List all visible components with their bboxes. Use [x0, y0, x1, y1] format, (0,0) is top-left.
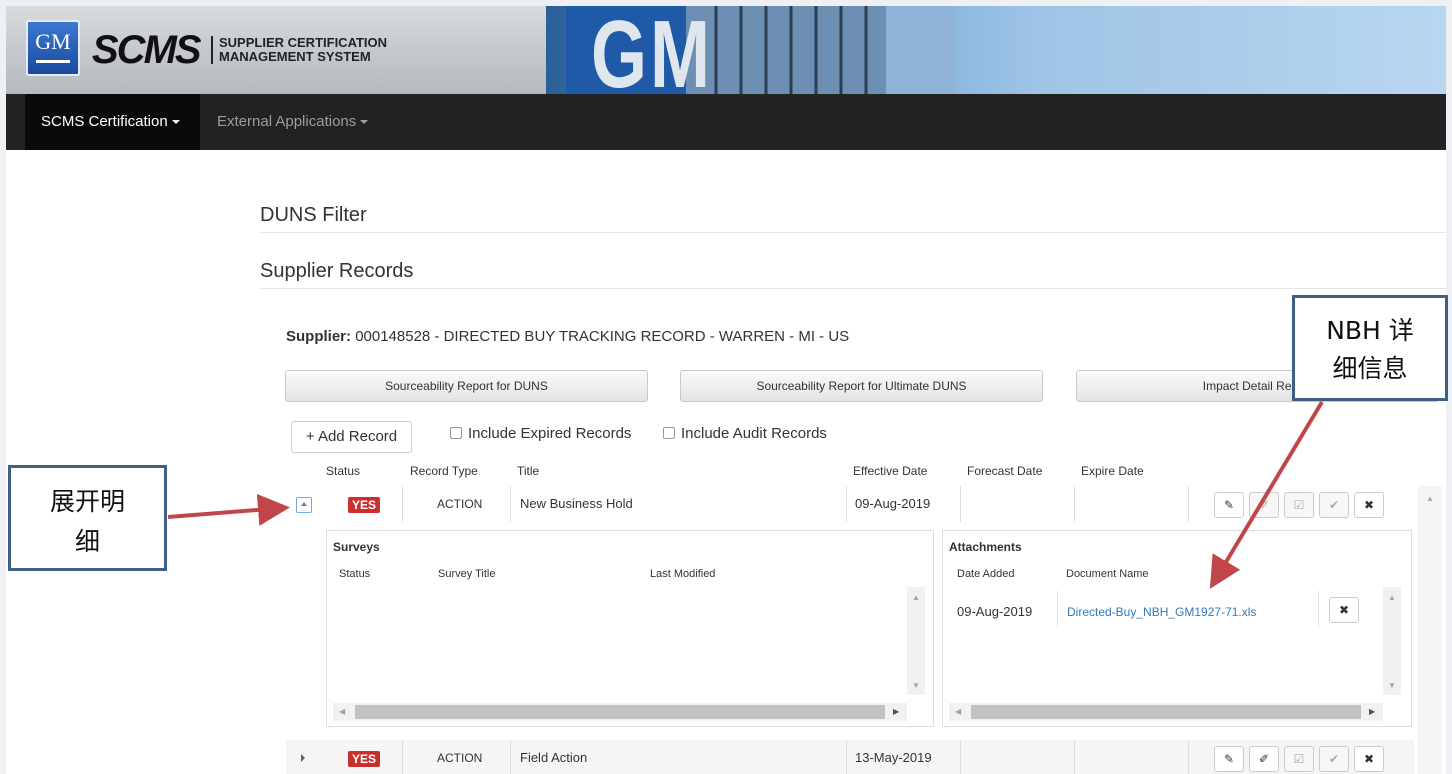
callout-nbh-line2: 细信息: [1332, 354, 1408, 383]
callout-nbh-line1: NBH 详: [1326, 316, 1414, 345]
annotation-callout-expand: 展开明 细: [8, 465, 167, 571]
arrow-to-attachment: [1209, 400, 1324, 589]
annotation-callout-nbh: NBH 详 细信息: [1292, 295, 1448, 401]
callout-expand-line2: 细: [74, 527, 100, 556]
arrow-to-expander: [167, 493, 290, 526]
callout-expand-line1: 展开明: [49, 487, 125, 516]
annotation-arrows: [167, 400, 1324, 589]
